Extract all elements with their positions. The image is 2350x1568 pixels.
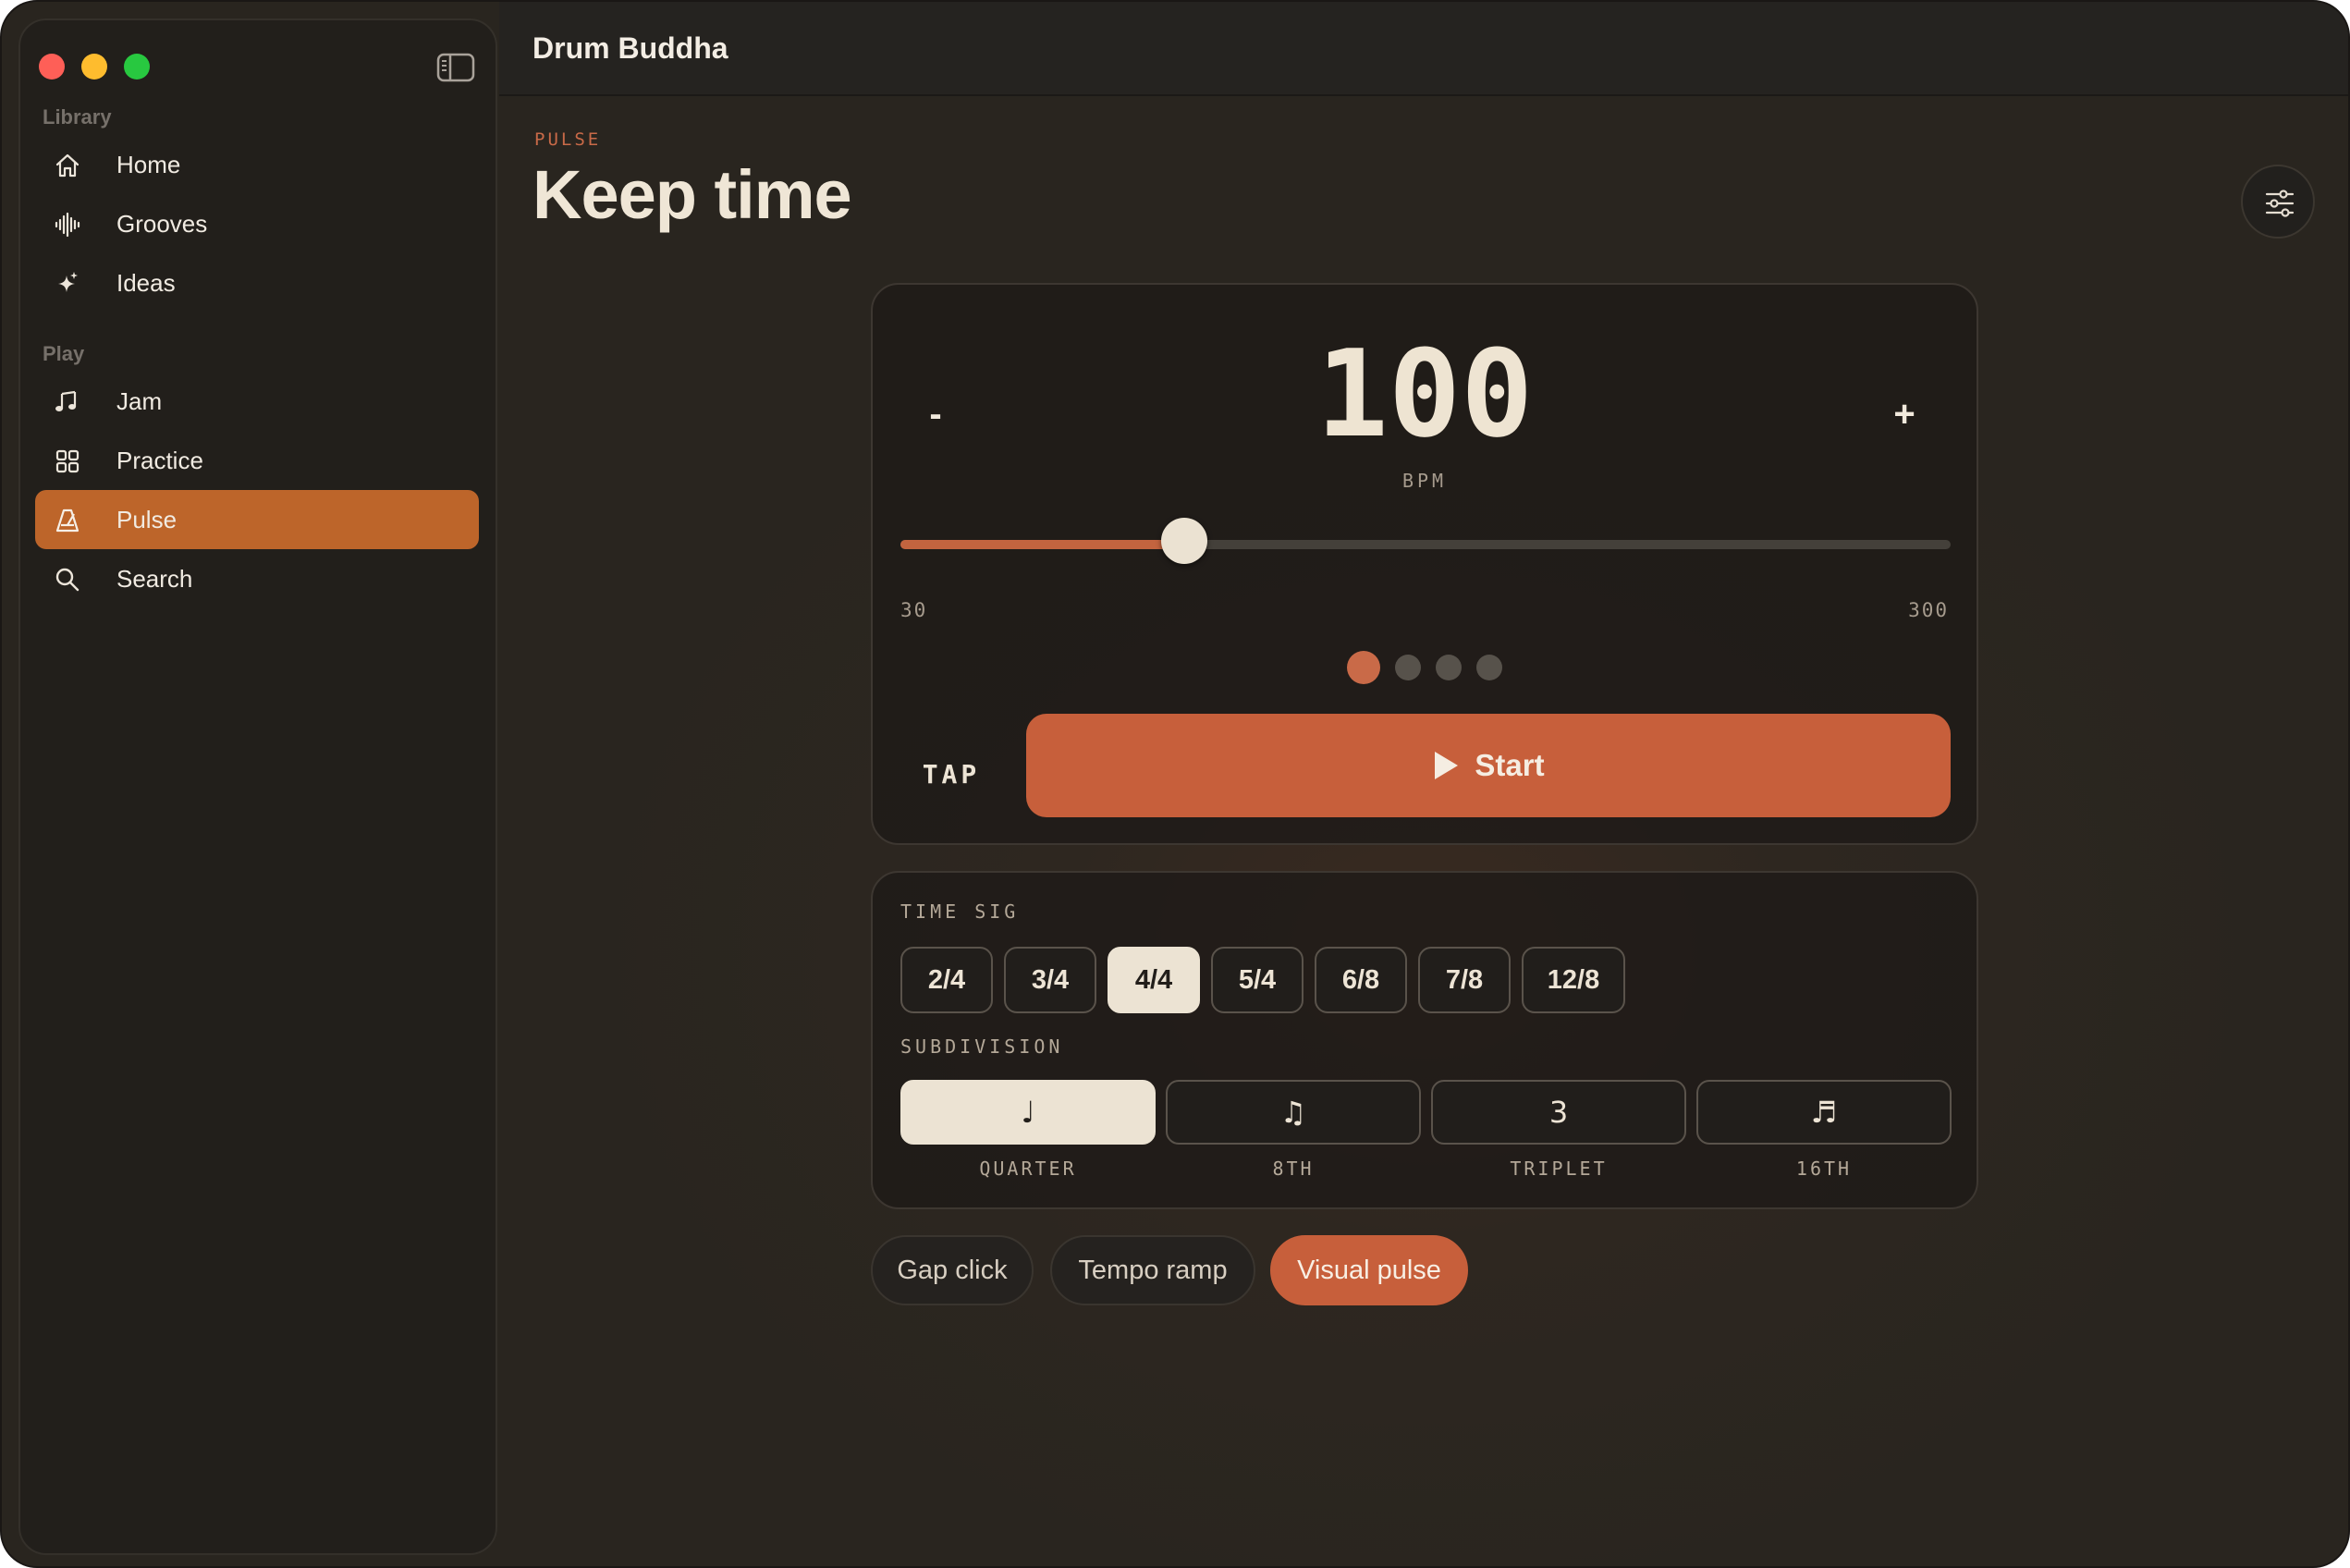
subdivision-button[interactable]: ♬ xyxy=(1696,1080,1952,1145)
sidebar-item-grooves[interactable]: Grooves xyxy=(35,194,479,253)
bpm-value: 100 xyxy=(1316,324,1534,464)
close-window-button[interactable] xyxy=(39,54,65,80)
time-sig-button[interactable]: 7/8 xyxy=(1418,947,1511,1013)
sidebar-item-label: Pulse xyxy=(116,505,177,533)
time-sig-button[interactable]: 12/8 xyxy=(1522,947,1625,1013)
time-sig-button[interactable]: 3/4 xyxy=(1004,947,1096,1013)
metronome-icon xyxy=(54,507,81,534)
sidebar-item-pulse[interactable]: Pulse xyxy=(35,490,479,549)
time-sig-button[interactable]: 6/8 xyxy=(1315,947,1407,1013)
tempo-slider[interactable] xyxy=(900,518,1951,564)
search-icon xyxy=(54,566,81,594)
time-sig-button[interactable]: 4/4 xyxy=(1108,947,1200,1013)
start-button-label: Start xyxy=(1475,748,1545,782)
sparkle-icon xyxy=(54,270,81,298)
tempo-slider-thumb[interactable] xyxy=(1160,518,1207,564)
sidebar-item-label: Search xyxy=(116,564,193,593)
start-button[interactable]: Start xyxy=(1026,714,1951,817)
sidebar-item-label: Ideas xyxy=(116,268,176,297)
app-window: Library Home Grooves Ideas Play Jam Prac… xyxy=(0,0,2350,1568)
mode-pill[interactable]: Gap click xyxy=(871,1235,1034,1305)
sidebar-toggle-icon[interactable] xyxy=(436,52,475,83)
subdivision-label: SUBDIVISION xyxy=(900,1035,1064,1058)
minimize-window-button[interactable] xyxy=(81,54,107,80)
sidebar-item-label: Jam xyxy=(116,386,163,415)
beat-indicator xyxy=(873,651,1977,684)
subdivision-label-text: QUARTER xyxy=(979,1158,1077,1180)
sidebar-item-label: Home xyxy=(116,150,181,178)
beat-dot xyxy=(1476,655,1502,680)
beat-dot xyxy=(1347,651,1380,684)
subdivision-label-text: TRIPLET xyxy=(1510,1158,1608,1180)
sidebar-item-practice[interactable]: Practice xyxy=(35,431,479,490)
beat-dot xyxy=(1436,655,1462,680)
settings-button[interactable] xyxy=(2241,165,2315,239)
tempo-range-min: 30 xyxy=(900,599,928,621)
mode-pill[interactable]: Tempo ramp xyxy=(1050,1235,1255,1305)
sidebar-item-label: Grooves xyxy=(116,209,208,238)
tempo-card: - 100 + BPM 30 300 TAP Start xyxy=(871,283,1978,845)
subdivision-button[interactable]: ♫ xyxy=(1166,1080,1421,1145)
home-icon xyxy=(54,152,81,179)
time-sig-button[interactable]: 2/4 xyxy=(900,947,993,1013)
bpm-unit-label: BPM xyxy=(1401,470,1448,492)
app-title: Drum Buddha xyxy=(532,31,728,65)
waveform-icon xyxy=(54,211,81,239)
sidebar-item-jam[interactable]: Jam xyxy=(35,372,479,431)
mode-pill[interactable]: Visual pulse xyxy=(1270,1235,1468,1305)
subdivision-label-text: 16TH xyxy=(1795,1158,1853,1180)
sliders-icon xyxy=(2265,190,2295,217)
page-eyebrow: PULSE xyxy=(534,129,602,150)
music-notes-icon xyxy=(54,388,81,416)
zoom-window-button[interactable] xyxy=(124,54,150,80)
page-title: Keep time xyxy=(532,156,852,233)
play-icon xyxy=(1435,752,1459,779)
subdivision-label-text: 8TH xyxy=(1272,1158,1315,1180)
sidebar-item-ideas[interactable]: Ideas xyxy=(35,253,479,312)
sidebar: Library Home Grooves Ideas Play Jam Prac… xyxy=(18,18,497,1555)
subdivision-button[interactable]: ♩ xyxy=(900,1080,1156,1145)
title-bar: Drum Buddha xyxy=(499,2,2348,96)
time-sig-label: TIME SIG xyxy=(900,900,1020,923)
sidebar-item-search[interactable]: Search xyxy=(35,549,479,608)
sidebar-section-play: Play xyxy=(43,342,85,365)
tempo-range-max: 300 xyxy=(1908,599,1949,621)
grid-icon xyxy=(54,447,81,475)
sidebar-section-library: Library xyxy=(43,105,112,129)
tempo-slider-fill xyxy=(900,540,1184,549)
beat-dot xyxy=(1395,655,1421,680)
sidebar-item-label: Practice xyxy=(116,446,203,474)
time-sig-button[interactable]: 5/4 xyxy=(1211,947,1304,1013)
rhythm-card: TIME SIG 2/4 3/4 4/4 5/4 6/8 7/8 12/8 SUBDIVIS… xyxy=(871,871,1978,1209)
increase-bpm-button[interactable]: + xyxy=(1877,386,1932,442)
sidebar-item-home[interactable]: Home xyxy=(35,135,479,194)
subdivision-button[interactable]: 3 xyxy=(1431,1080,1686,1145)
tap-tempo-button[interactable]: TAP xyxy=(900,747,1002,802)
